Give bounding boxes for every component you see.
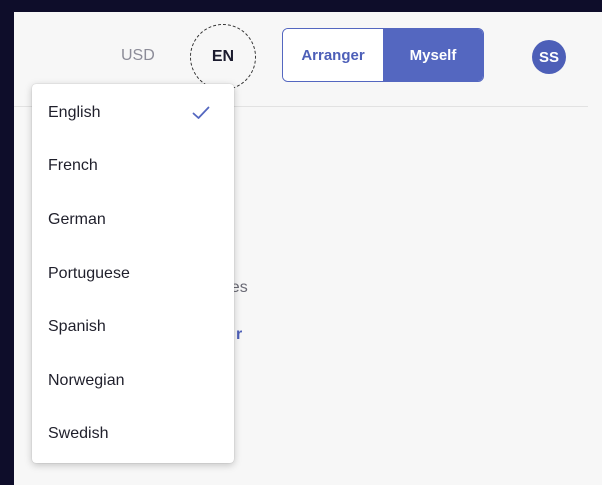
language-dropdown: English French German Portuguese Spanish… (32, 84, 234, 463)
language-option-label: English (48, 103, 101, 121)
language-option-portuguese[interactable]: Portuguese (32, 247, 234, 301)
language-option-swedish[interactable]: Swedish (32, 408, 234, 462)
currency-selector[interactable]: USD (121, 47, 155, 65)
language-option-label: Spanish (48, 318, 106, 336)
language-option-label: Portuguese (48, 264, 130, 282)
language-selector[interactable]: EN (190, 24, 256, 90)
check-icon (192, 106, 210, 119)
language-option-german[interactable]: German (32, 193, 234, 247)
arranger-button[interactable]: Arranger (283, 29, 383, 81)
myself-button[interactable]: Myself (383, 29, 483, 81)
language-option-french[interactable]: French (32, 140, 234, 194)
language-option-norwegian[interactable]: Norwegian (32, 354, 234, 408)
language-option-spanish[interactable]: Spanish (32, 300, 234, 354)
language-option-label: German (48, 210, 106, 228)
language-option-english[interactable]: English (32, 86, 234, 140)
language-code: EN (211, 48, 235, 65)
language-option-label: French (48, 157, 98, 175)
app-frame: USD EN Arranger Myself SS ages r English… (14, 12, 602, 485)
avatar[interactable]: SS (532, 40, 566, 74)
language-option-label: Norwegian (48, 371, 125, 389)
role-toggle: Arranger Myself (282, 28, 484, 82)
background-link[interactable]: r (236, 326, 242, 344)
language-option-label: Swedish (48, 425, 109, 443)
